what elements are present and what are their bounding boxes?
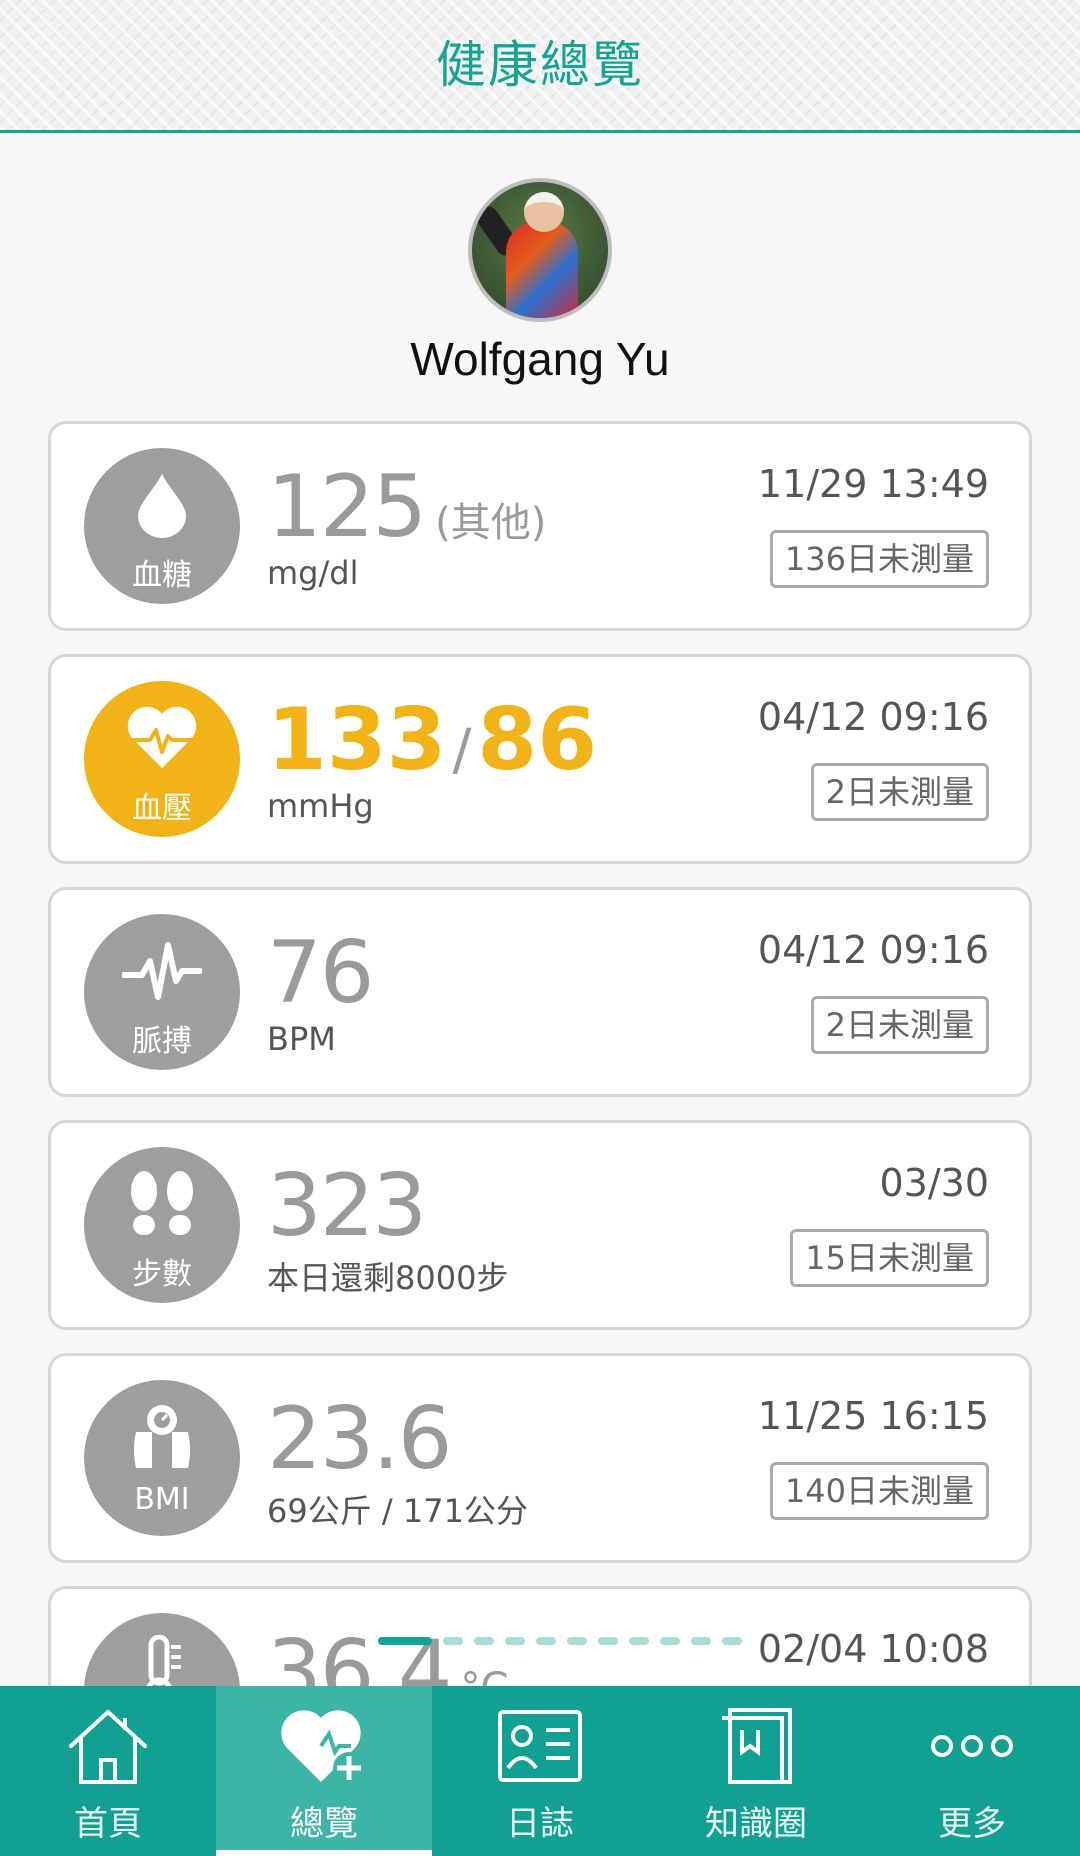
- card-bmi[interactable]: BMI 23.6 69公斤 / 171公分 11/25 16:15 140日未測…: [48, 1353, 1032, 1563]
- page-dot: [629, 1637, 649, 1645]
- metric-value: 323: [267, 1156, 427, 1256]
- card-steps[interactable]: 步數 323 本日還剩8000步 03/30 15日未測量: [48, 1120, 1032, 1330]
- page-indicator: [378, 1637, 742, 1645]
- card-pulse[interactable]: 脈搏 76 BPM 04/12 09:16 2日未測量: [48, 887, 1032, 1097]
- journal-icon: [496, 1704, 584, 1788]
- metric-value: 76: [267, 923, 374, 1023]
- page-title: 健康總覽: [436, 36, 644, 94]
- status-badge: 136日未測量: [769, 530, 989, 588]
- metric-value: 36.4: [267, 1622, 452, 1686]
- more-icon: [929, 1704, 1015, 1788]
- thermometer-icon: [84, 1635, 240, 1686]
- page-dot: [443, 1637, 463, 1645]
- status-badge: 2日未測量: [810, 996, 989, 1054]
- page-dot: [536, 1637, 556, 1645]
- metric-value: 23.6: [267, 1389, 452, 1489]
- metric-suffix: (其他): [435, 500, 547, 546]
- status-badge: 140日未測量: [769, 1462, 989, 1520]
- page-dot: [722, 1637, 742, 1645]
- nav-label: 總覽: [290, 1804, 358, 1844]
- nav-home[interactable]: 首頁: [0, 1686, 216, 1856]
- steps-badge: 步數: [84, 1147, 240, 1303]
- page-dot: [660, 1637, 680, 1645]
- nav-label: 知識圈: [705, 1804, 807, 1844]
- metric-label: 脈搏: [132, 1024, 192, 1059]
- metrics-list: 血糖 125 (其他) mg/dl 11/29 13:49 136日未測量 血壓: [48, 421, 1032, 1686]
- metric-label: 血糖: [132, 558, 192, 593]
- metric-unit: mg/dl: [267, 554, 359, 592]
- page-dot: [691, 1637, 711, 1645]
- page-dot: [505, 1637, 525, 1645]
- metric-label: 血壓: [132, 791, 192, 826]
- book-icon: [718, 1704, 794, 1788]
- metric-timestamp: 02/04 10:08: [757, 1627, 989, 1671]
- systolic-value: 133: [267, 690, 447, 790]
- scale-icon: [84, 1402, 240, 1472]
- separator: /: [452, 718, 472, 783]
- metric-timestamp: 04/12 09:16: [757, 928, 989, 972]
- metric-unit: 69公斤 / 171公分: [267, 1492, 528, 1530]
- page-dot: [567, 1637, 587, 1645]
- nav-label: 更多: [938, 1804, 1006, 1844]
- metric-label: BMI: [134, 1482, 190, 1517]
- card-temperature[interactable]: 36.4 °C 02/04 10:08: [48, 1586, 1032, 1686]
- metric-unit: BPM: [267, 1020, 336, 1058]
- metric-unit: 本日還剩8000步: [267, 1259, 509, 1297]
- profile-section: Wolfgang Yu: [0, 178, 1080, 386]
- metric-suffix: °C: [460, 1665, 508, 1686]
- avatar[interactable]: [468, 178, 612, 322]
- diastolic-value: 86: [477, 690, 598, 790]
- metric-timestamp: 11/29 13:49: [757, 462, 989, 506]
- blood-pressure-badge: 血壓: [84, 681, 240, 837]
- page-dot-active: [378, 1637, 432, 1645]
- metric-timestamp: 11/25 16:15: [757, 1394, 989, 1438]
- metric-value: 125: [267, 457, 427, 557]
- metric-timestamp: 04/12 09:16: [757, 695, 989, 739]
- profile-name: Wolfgang Yu: [410, 333, 670, 385]
- drop-icon: [84, 470, 240, 540]
- card-blood-sugar[interactable]: 血糖 125 (其他) mg/dl 11/29 13:49 136日未測量: [48, 421, 1032, 631]
- page-dot: [598, 1637, 618, 1645]
- card-blood-pressure[interactable]: 血壓 133 / 86 mmHg 04/12 09:16 2日未測量: [48, 654, 1032, 864]
- metric-unit: mmHg: [267, 787, 374, 825]
- metric-label: 步數: [132, 1257, 192, 1292]
- blood-sugar-badge: 血糖: [84, 448, 240, 604]
- status-badge: 2日未測量: [810, 763, 989, 821]
- heart-plus-icon: [279, 1704, 369, 1788]
- home-icon: [65, 1704, 151, 1788]
- nav-more[interactable]: 更多: [864, 1686, 1080, 1856]
- nav-overview[interactable]: 總覽: [216, 1686, 432, 1856]
- footprints-icon: [84, 1169, 240, 1239]
- nav-journal[interactable]: 日誌: [432, 1686, 648, 1856]
- temperature-badge: [84, 1613, 240, 1686]
- page-dot: [474, 1637, 494, 1645]
- bottom-nav: 首頁 總覽 日誌 知識圈 更多: [0, 1686, 1080, 1856]
- heart-pulse-icon: [84, 703, 240, 773]
- scroll-area[interactable]: 健康總覽 Wolfgang Yu 血糖 125 (其他) mg/dl 11/29: [0, 0, 1080, 1686]
- nav-label: 首頁: [74, 1804, 142, 1844]
- bmi-badge: BMI: [84, 1380, 240, 1536]
- nav-knowledge[interactable]: 知識圈: [648, 1686, 864, 1856]
- metric-timestamp: 03/30: [879, 1161, 989, 1205]
- status-badge: 15日未測量: [790, 1229, 989, 1287]
- nav-label: 日誌: [506, 1804, 574, 1844]
- pulse-badge: 脈搏: [84, 914, 240, 1070]
- app-header: 健康總覽: [0, 0, 1080, 133]
- pulse-wave-icon: [84, 936, 240, 1006]
